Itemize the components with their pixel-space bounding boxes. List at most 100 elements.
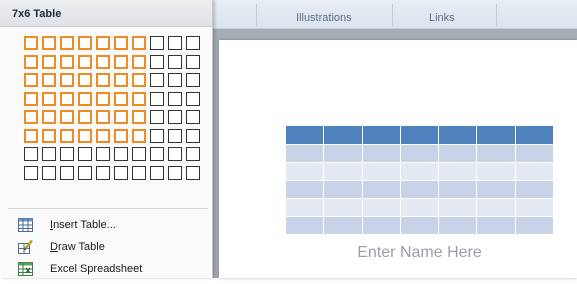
grid-cell-selected[interactable] (42, 128, 56, 143)
grid-cell-selected[interactable] (24, 91, 38, 106)
grid-cell-selected[interactable] (78, 73, 92, 87)
grid-cell-selected[interactable] (42, 110, 56, 124)
grid-cell[interactable] (168, 165, 182, 180)
table-row (284, 198, 555, 217)
grid-cell-selected[interactable] (132, 128, 146, 143)
grid-cell-selected[interactable] (132, 54, 146, 69)
grid-cell[interactable] (186, 91, 200, 106)
table-row (284, 162, 555, 181)
table-row (284, 180, 555, 199)
grid-cell[interactable] (42, 165, 56, 180)
grid-cell-selected[interactable] (132, 36, 146, 50)
grid-cell-selected[interactable] (24, 73, 38, 87)
grid-cell-selected[interactable] (78, 128, 92, 143)
grid-cell-selected[interactable] (60, 73, 74, 87)
grid-cell-selected[interactable] (78, 36, 92, 50)
grid-cell[interactable] (168, 128, 182, 143)
grid-cell-selected[interactable] (42, 36, 56, 50)
grid-cell[interactable] (114, 147, 128, 161)
ribbon-group-links[interactable]: Links (429, 12, 455, 24)
grid-cell-selected[interactable] (114, 110, 128, 124)
grid-cell[interactable] (186, 36, 200, 50)
grid-cell-selected[interactable] (60, 91, 74, 106)
ribbon-separator (392, 4, 393, 26)
grid-cell[interactable] (132, 165, 146, 180)
ribbon-group-illustrations[interactable]: Illustrations (296, 12, 352, 24)
grid-cell-selected[interactable] (60, 128, 74, 143)
grid-cell[interactable] (150, 91, 164, 106)
grid-cell-selected[interactable] (42, 54, 56, 69)
excel-spreadsheet-label: Excel Spreadsheet (50, 263, 143, 275)
table-size-grid[interactable] (24, 36, 208, 204)
grid-cell[interactable] (168, 54, 182, 69)
grid-cell-selected[interactable] (96, 128, 110, 143)
grid-cell[interactable] (24, 147, 38, 161)
grid-cell[interactable] (96, 165, 110, 180)
draw-table-menu-item[interactable]: Draw Table (18, 236, 208, 258)
grid-cell[interactable] (168, 91, 182, 106)
grid-cell-selected[interactable] (96, 110, 110, 124)
grid-cell-selected[interactable] (114, 36, 128, 50)
draw-table-icon (18, 239, 33, 254)
grid-cell[interactable] (186, 110, 200, 124)
grid-cell[interactable] (168, 73, 182, 87)
ribbon-separator (496, 4, 497, 26)
grid-cell-selected[interactable] (24, 54, 38, 69)
grid-cell[interactable] (114, 165, 128, 180)
grid-cell-selected[interactable] (96, 54, 110, 69)
grid-cell-selected[interactable] (42, 73, 56, 87)
grid-cell-selected[interactable] (42, 91, 56, 106)
insert-table-menu-item[interactable]: Insert Table... (18, 214, 208, 236)
grid-cell[interactable] (186, 73, 200, 87)
grid-cell[interactable] (150, 36, 164, 50)
grid-cell-selected[interactable] (96, 36, 110, 50)
grid-cell-selected[interactable] (24, 36, 38, 50)
grid-cell-selected[interactable] (132, 110, 146, 124)
insert-table-icon (18, 218, 33, 232)
grid-cell-selected[interactable] (60, 36, 74, 50)
grid-cell[interactable] (150, 73, 164, 87)
grid-cell[interactable] (96, 147, 110, 161)
grid-cell[interactable] (42, 147, 56, 161)
grid-cell-selected[interactable] (114, 91, 128, 106)
grid-cell-selected[interactable] (132, 73, 146, 87)
dropdown-header: 7x6 Table (0, 0, 212, 27)
grid-cell[interactable] (168, 36, 182, 50)
grid-cell-selected[interactable] (60, 110, 74, 124)
grid-cell-selected[interactable] (78, 110, 92, 124)
grid-cell[interactable] (150, 165, 164, 180)
grid-cell[interactable] (24, 165, 38, 180)
grid-cell-selected[interactable] (24, 110, 38, 124)
name-placeholder[interactable]: Enter Name Here (285, 244, 554, 262)
grid-cell[interactable] (186, 54, 200, 69)
ribbon-bar: Illustrations Links (210, 0, 577, 29)
grid-cell[interactable] (60, 165, 74, 180)
grid-cell[interactable] (168, 147, 182, 161)
grid-cell-selected[interactable] (78, 91, 92, 106)
grid-cell[interactable] (150, 54, 164, 69)
grid-cell-selected[interactable] (96, 73, 110, 87)
grid-cell-selected[interactable] (78, 54, 92, 69)
grid-cell[interactable] (78, 165, 92, 180)
grid-cell-selected[interactable] (132, 91, 146, 106)
excel-spreadsheet-menu-item[interactable]: Excel Spreadsheet (18, 258, 208, 280)
grid-cell[interactable] (150, 128, 164, 143)
grid-cell[interactable] (150, 147, 164, 161)
grid-cell[interactable] (132, 147, 146, 161)
grid-cell-selected[interactable] (60, 54, 74, 69)
grid-cell[interactable] (186, 165, 200, 180)
grid-cell[interactable] (150, 110, 164, 124)
grid-cell-selected[interactable] (24, 128, 38, 143)
grid-cell[interactable] (186, 147, 200, 161)
grid-cell[interactable] (186, 128, 200, 143)
menu-divider (8, 208, 208, 209)
excel-spreadsheet-icon (18, 262, 33, 276)
grid-cell[interactable] (60, 147, 74, 161)
grid-cell[interactable] (78, 147, 92, 161)
grid-cell-selected[interactable] (96, 91, 110, 106)
grid-cell[interactable] (168, 110, 182, 124)
grid-cell-selected[interactable] (114, 73, 128, 87)
ribbon-separator (256, 4, 257, 26)
grid-cell-selected[interactable] (114, 54, 128, 69)
grid-cell-selected[interactable] (114, 128, 128, 143)
